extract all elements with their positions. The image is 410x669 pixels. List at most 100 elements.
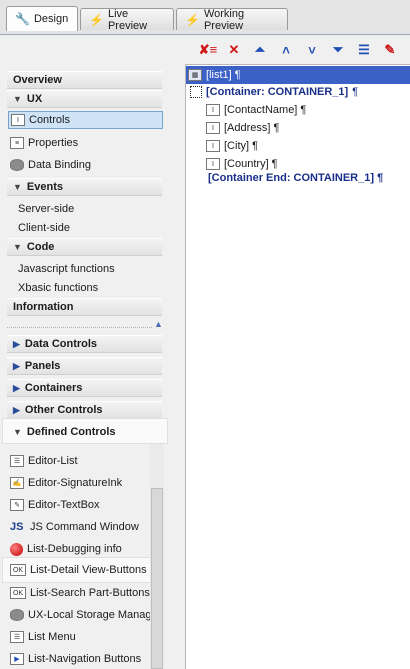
sidebar-item-data-binding[interactable]: Data Binding (8, 156, 163, 174)
scrollbar-thumb[interactable] (151, 488, 163, 669)
sidebar-item-label: List-Search Part-Buttons (30, 587, 150, 599)
sidebar-item-label: Editor-List (28, 455, 78, 467)
defined-item-editor-signatureink[interactable]: ✍ Editor-SignatureInk (8, 474, 163, 492)
signature-icon: ✍ (10, 477, 24, 489)
field-icon: I (206, 140, 220, 152)
pilcrow-mark: ¶ (352, 86, 359, 98)
delete-all-icon[interactable]: ✘≡ (198, 40, 218, 60)
sidebar-item-client-side[interactable]: Client-side (18, 220, 70, 236)
section-overview-label: Overview (13, 74, 62, 86)
section-information[interactable]: Information (7, 298, 162, 316)
section-events-label: Events (26, 181, 63, 193)
red-ball-icon (10, 542, 23, 556)
vertical-scrollbar[interactable] (150, 444, 164, 669)
collapsed-triangle-icon: ▶ (13, 404, 20, 415)
tab-design[interactable]: 🔧 Design (6, 6, 78, 31)
section-code[interactable]: ▼ Code (7, 238, 162, 256)
js-icon: JS (10, 521, 24, 533)
section-information-label: Information (13, 301, 74, 313)
collapsed-triangle-icon: ▶ (13, 382, 20, 393)
expanded-triangle-icon: ▼ (13, 242, 22, 252)
sidebar-item-label: UX-Local Storage Manage (28, 609, 158, 621)
field-icon: I (206, 122, 220, 134)
collapsed-triangle-icon: ▶ (13, 338, 20, 349)
tree-node-label: [list1] ¶ (206, 69, 241, 81)
sidebar-item-label: List-Debugging info (27, 543, 122, 555)
sidebar-item-properties[interactable]: ≡ Properties (8, 134, 163, 152)
section-code-label: Code (26, 241, 55, 253)
tree-node-contactname[interactable]: I [ContactName] ¶ (206, 101, 306, 119)
section-defined-controls[interactable]: ▼ Defined Controls (7, 423, 162, 441)
tree-node-container-end[interactable]: [Container End: CONTAINER_1] ¶ (208, 169, 383, 187)
collapse-up-icon[interactable]: ▲ (154, 319, 163, 329)
defined-item-list-search-part-buttons[interactable]: OK List-Search Part-Buttons (8, 584, 163, 602)
defined-item-list-navigation-buttons[interactable]: ▶ List-Navigation Buttons (8, 650, 163, 668)
database-icon (10, 159, 24, 171)
section-ux-label: UX (26, 93, 43, 105)
divider (7, 327, 152, 328)
ok-button-icon: OK (10, 587, 26, 599)
tree-node-label: [City] ¶ (224, 140, 259, 152)
move-up-icon[interactable]: ˄ (276, 40, 296, 60)
section-containers-label: Containers (24, 382, 83, 394)
sidebar-item-label: Controls (29, 114, 70, 126)
sidebar-item-javascript-functions[interactable]: Javascript functions (18, 261, 115, 277)
sidebar-item-label: Xbasic functions (18, 282, 99, 294)
defined-item-ux-local-storage-manage[interactable]: UX-Local Storage Manage (8, 606, 163, 624)
sidebar-item-controls[interactable]: I Controls (8, 111, 163, 129)
sidebar-item-label: List-Navigation Buttons (28, 653, 142, 665)
tree-node-address[interactable]: I [Address] ¶ (206, 119, 279, 137)
menu-icon: ☰ (10, 631, 24, 643)
move-bottom-icon[interactable]: ⏷ (328, 40, 348, 60)
tab-working-preview-label: Working Preview (203, 7, 245, 32)
wrench-icon: 🔧 (15, 12, 30, 26)
container-icon (190, 86, 202, 98)
tree-node-container[interactable]: [Container: CONTAINER_1] ¶ (190, 83, 358, 101)
field-icon: I (206, 104, 220, 116)
section-data-controls[interactable]: ▶ Data Controls (7, 335, 162, 353)
section-containers[interactable]: ▶ Containers (7, 379, 162, 397)
sidebar-item-label: JS Command Window (30, 521, 139, 533)
section-overview[interactable]: Overview (7, 71, 162, 89)
section-defined-controls-label: Defined Controls (26, 426, 116, 438)
section-data-controls-label: Data Controls (24, 338, 98, 350)
database-icon (10, 609, 24, 621)
defined-item-editor-textbox[interactable]: ✎ Editor-TextBox (8, 496, 163, 514)
tree-node-list1[interactable]: ▦ [list1] ¶ (186, 66, 410, 84)
properties-icon: ≡ (10, 137, 24, 149)
controls-icon: I (11, 114, 25, 126)
sidebar-item-xbasic-functions[interactable]: Xbasic functions (18, 280, 98, 296)
defined-item-list-detail-view-buttons[interactable]: OK List-Detail View-Buttons (8, 561, 163, 579)
sidebar-item-label: Editor-SignatureInk (28, 477, 123, 489)
move-down-icon[interactable]: ˅ (302, 40, 322, 60)
sidebar-item-label: Editor-TextBox (28, 499, 100, 511)
tab-live-preview[interactable]: ⚡ Live Preview (80, 7, 174, 32)
defined-item-list-menu[interactable]: ☰ List Menu (8, 628, 163, 646)
move-top-icon[interactable]: ⏶ (250, 40, 270, 60)
tab-live-preview-label: Live Preview (107, 7, 148, 32)
section-ux[interactable]: ▼ UX (7, 90, 162, 108)
sidebar-item-label: Properties (28, 137, 79, 149)
tree-node-label: [ContactName] ¶ (224, 104, 307, 116)
lightning-icon: ⚡ (185, 12, 200, 27)
defined-item-editor-list[interactable]: ☰ Editor-List (8, 452, 163, 470)
section-other-controls-label: Other Controls (24, 404, 103, 416)
sidebar-item-label: Javascript functions (18, 263, 115, 275)
tree-node-label: [Container End: CONTAINER_1] ¶ (208, 172, 384, 184)
sidebar-item-label: Server-side (18, 203, 75, 215)
sidebar-item-server-side[interactable]: Server-side (18, 201, 74, 217)
section-other-controls[interactable]: ▶ Other Controls (7, 401, 162, 419)
tab-strip: 🔧 Design ⚡ Live Preview ⚡ Working Previe… (0, 0, 410, 35)
sidebar-item-label: Client-side (18, 222, 70, 234)
section-panels[interactable]: ▶ Panels (7, 357, 162, 375)
tree-node-city[interactable]: I [City] ¶ (206, 137, 258, 155)
defined-item-list-debugging-info[interactable]: List-Debugging info (8, 540, 163, 558)
sidebar-item-label: List Menu (28, 631, 76, 643)
properties-icon[interactable]: ☰ (354, 40, 374, 60)
tab-working-preview[interactable]: ⚡ Working Preview (176, 7, 288, 32)
defined-item-js-command-window[interactable]: JS JS Command Window (8, 518, 163, 536)
section-events[interactable]: ▼ Events (7, 178, 162, 196)
delete-icon[interactable]: ✕ (224, 40, 244, 60)
nav-icon: ▶ (10, 653, 24, 665)
edit-icon[interactable]: ✎ (380, 40, 400, 60)
